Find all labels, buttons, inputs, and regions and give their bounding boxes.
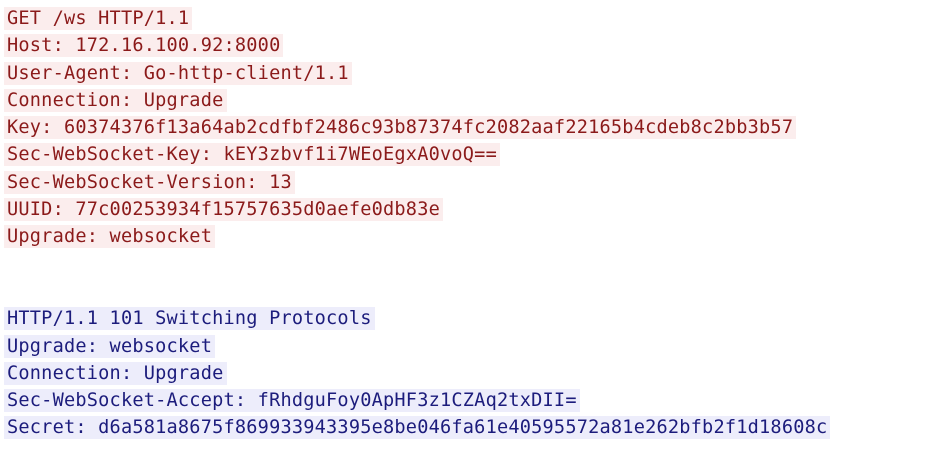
response-header-connection: Connection: Upgrade: [4, 360, 830, 387]
response-header-secret: Secret: d6a581a8675f869933943395e8be046f…: [4, 414, 831, 441]
request-header-key: Key: 60374376f13a64ab2cdfbf2486c93b87374…: [4, 114, 830, 141]
request-header-upgrade: Upgrade: websocket: [4, 223, 830, 250]
response-header-sec-websocket-accept: Sec-WebSocket-Accept: fRhdguFoy0ApHF3z1C…: [4, 387, 830, 414]
http-stream-view: GET /ws HTTP/1.1 Host: 172.16.100.92:800…: [4, 5, 831, 442]
request-header-text: Host: 172.16.100.92:8000: [4, 34, 284, 58]
request-header-uuid: UUID: 77c00253934f15757635d0aefe0db83e: [4, 196, 830, 223]
response-status-line: HTTP/1.1 101 Switching Protocols: [4, 305, 830, 332]
response-header-text: Sec-WebSocket-Accept: fRhdguFoy0ApHF3z1C…: [4, 389, 580, 413]
request-header-text: User-Agent: Go-http-client/1.1: [4, 61, 352, 85]
request-header-text: Key: 60374376f13a64ab2cdfbf2486c93b87374…: [4, 116, 797, 140]
request-header-user-agent: User-Agent: Go-http-client/1.1: [4, 60, 830, 87]
response-header-text: Upgrade: websocket: [4, 334, 216, 358]
response-status-text: HTTP/1.1 101 Switching Protocols: [4, 307, 375, 331]
request-header-text: UUID: 77c00253934f15757635d0aefe0db83e: [4, 198, 443, 222]
request-header-sec-websocket-version: Sec-WebSocket-Version: 13: [4, 169, 830, 196]
response-header-upgrade: Upgrade: websocket: [4, 333, 830, 360]
request-header-text: Connection: Upgrade: [4, 88, 227, 112]
request-header-connection: Connection: Upgrade: [4, 87, 830, 114]
request-header-text: Sec-WebSocket-Key: kEY3zbvf1i7WEoEgxA0vo…: [4, 143, 500, 167]
request-header-sec-websocket-key: Sec-WebSocket-Key: kEY3zbvf1i7WEoEgxA0vo…: [4, 141, 830, 168]
response-header-text: Secret: d6a581a8675f869933943395e8be046f…: [4, 416, 831, 440]
request-header-host: Host: 172.16.100.92:8000: [4, 32, 830, 59]
stream-separator: [4, 251, 830, 306]
request-line-text: GET /ws HTTP/1.1: [4, 7, 193, 30]
request-header-text: Sec-WebSocket-Version: 13: [4, 170, 295, 194]
request-line: GET /ws HTTP/1.1: [4, 5, 830, 32]
request-header-text: Upgrade: websocket: [4, 225, 216, 249]
response-header-text: Connection: Upgrade: [4, 361, 227, 385]
